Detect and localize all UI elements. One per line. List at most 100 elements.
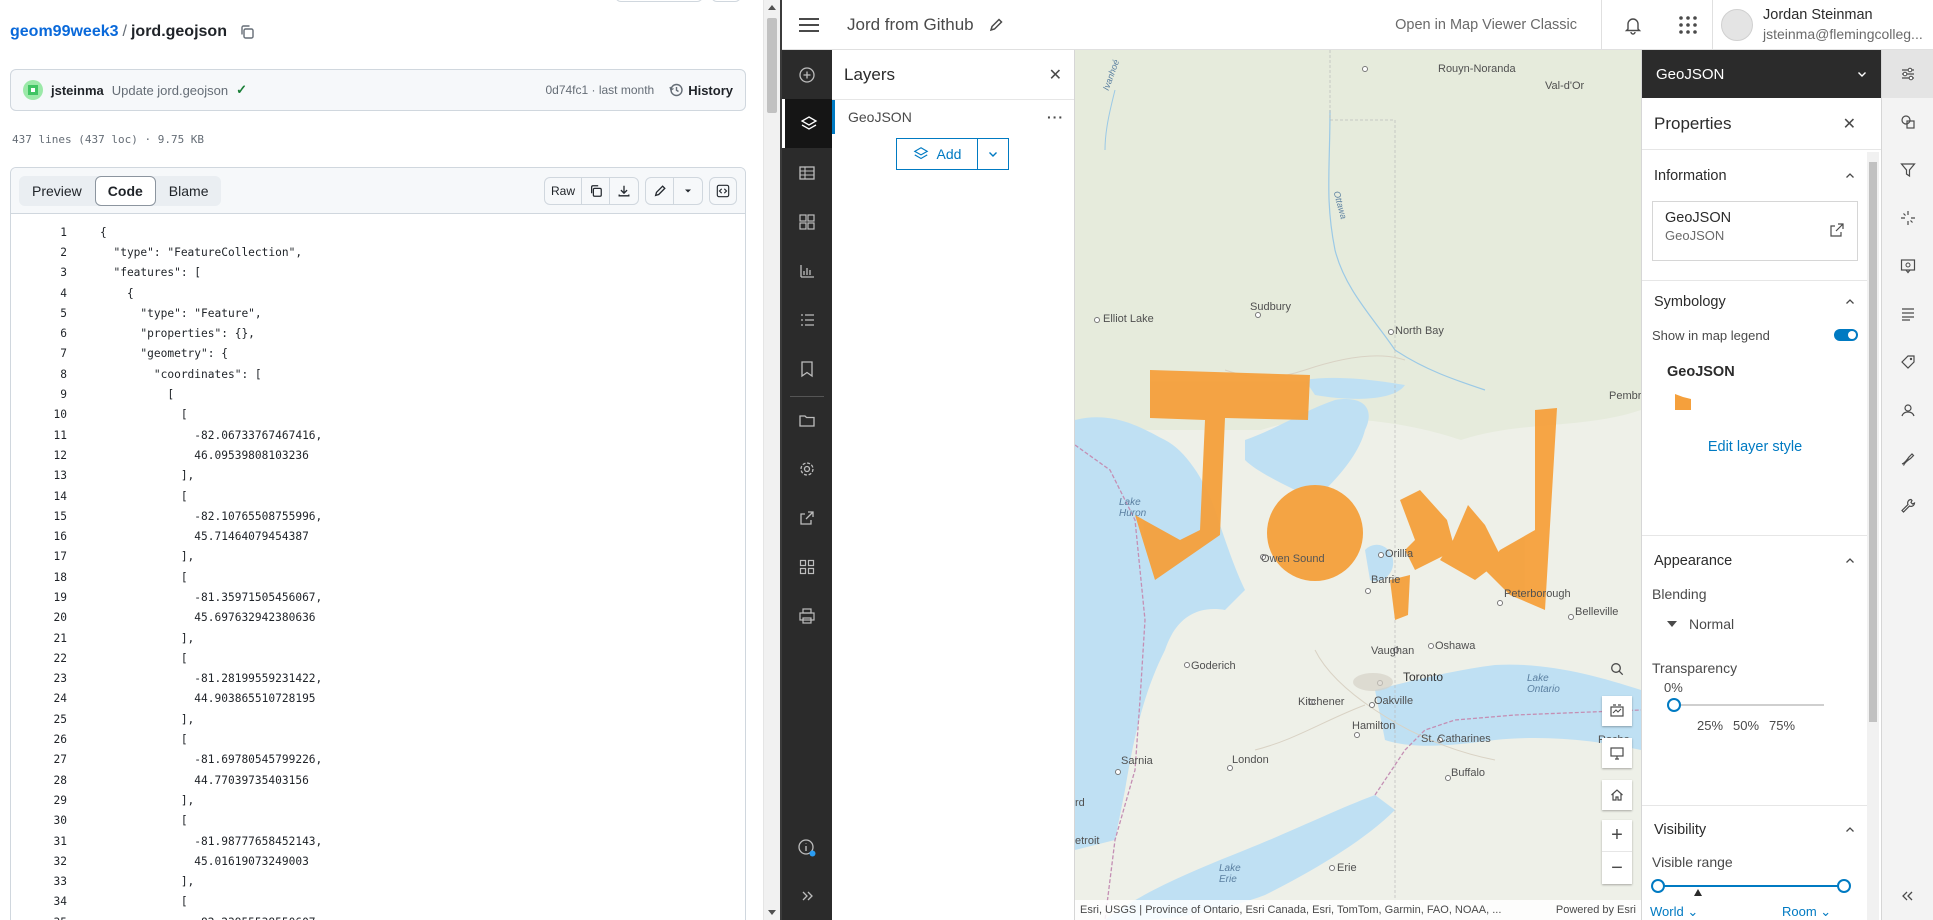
map-attribution[interactable]: Esri, USGS | Province of Ontario, Esri C… bbox=[1075, 900, 1641, 920]
scroll-up-arrow[interactable] bbox=[768, 5, 776, 10]
line-number[interactable]: 6 bbox=[11, 327, 67, 340]
tools-action[interactable] bbox=[1882, 482, 1933, 530]
author-avatar[interactable] bbox=[23, 80, 43, 100]
raw-button[interactable]: Raw bbox=[545, 177, 582, 204]
tables-action[interactable] bbox=[782, 148, 832, 197]
code-line[interactable]: 35 -82.23955538550607, bbox=[11, 912, 745, 920]
search-button[interactable] bbox=[1602, 654, 1632, 684]
edit-layer-style-link[interactable]: Edit layer style bbox=[1642, 439, 1868, 455]
line-number[interactable]: 15 bbox=[11, 510, 67, 523]
map-properties-action[interactable] bbox=[782, 444, 832, 493]
zoom-out-button[interactable]: − bbox=[1602, 852, 1632, 884]
line-number[interactable]: 23 bbox=[11, 672, 67, 685]
code-line[interactable]: 15 -82.10765508755996, bbox=[11, 506, 745, 526]
line-number[interactable]: 21 bbox=[11, 632, 67, 645]
edit-dropdown[interactable] bbox=[674, 178, 702, 204]
repo-link[interactable]: geom99week3 bbox=[10, 23, 119, 41]
code-line[interactable]: 14 [ bbox=[11, 486, 745, 506]
code-line[interactable]: 28 44.77039735403156 bbox=[11, 770, 745, 790]
symbology-header[interactable]: Symbology bbox=[1642, 280, 1868, 324]
code-line[interactable]: 25 ], bbox=[11, 709, 745, 729]
line-number[interactable]: 8 bbox=[11, 368, 67, 381]
code-line[interactable]: 6 "properties": {}, bbox=[11, 323, 745, 343]
line-number[interactable]: 13 bbox=[11, 469, 67, 482]
code-line[interactable]: 23 -81.28199559231422, bbox=[11, 669, 745, 689]
basemap-action[interactable] bbox=[782, 197, 832, 246]
edit-title-icon[interactable] bbox=[988, 17, 1004, 33]
open-classic-link[interactable]: Open in Map Viewer Classic bbox=[1395, 17, 1577, 33]
code-line[interactable]: 7 "geometry": { bbox=[11, 344, 745, 364]
line-number[interactable]: 9 bbox=[11, 388, 67, 401]
line-number[interactable]: 24 bbox=[11, 692, 67, 705]
tab-code[interactable]: Code bbox=[94, 175, 156, 206]
code-line[interactable]: 12 46.09539808103236 bbox=[11, 445, 745, 465]
line-number[interactable]: 31 bbox=[11, 835, 67, 848]
code-line[interactable]: 24 44.903865510728195 bbox=[11, 689, 745, 709]
line-number[interactable]: 27 bbox=[11, 753, 67, 766]
user-menu[interactable]: Jordan Steinman jsteinma@flemingcolleg..… bbox=[1713, 6, 1933, 44]
expand-action[interactable] bbox=[782, 871, 832, 920]
line-number[interactable]: 20 bbox=[11, 611, 67, 624]
code-line[interactable]: 19 -81.35971505456067, bbox=[11, 587, 745, 607]
range-min-select[interactable]: World ⌄ bbox=[1650, 904, 1698, 920]
line-number[interactable]: 2 bbox=[11, 246, 67, 259]
charts-action[interactable] bbox=[782, 246, 832, 295]
code-line[interactable]: 1{ bbox=[11, 222, 745, 242]
line-number[interactable]: 1 bbox=[11, 226, 67, 239]
line-number[interactable]: 17 bbox=[11, 550, 67, 563]
external-link-icon[interactable] bbox=[1829, 222, 1845, 238]
range-max-handle[interactable] bbox=[1837, 879, 1851, 893]
more-options-icon[interactable]: ··· bbox=[1047, 109, 1064, 125]
scroll-thumb[interactable] bbox=[1869, 162, 1877, 722]
code-line[interactable]: 31 -81.98777658452143, bbox=[11, 831, 745, 851]
history-button[interactable]: History bbox=[668, 82, 733, 98]
code-line[interactable]: 5 "type": "Feature", bbox=[11, 303, 745, 323]
layer-info-card[interactable]: GeoJSON GeoJSON bbox=[1652, 201, 1858, 261]
line-number[interactable]: 3 bbox=[11, 266, 67, 279]
commit-message[interactable]: Update jord.geojson bbox=[112, 83, 228, 98]
code-line[interactable]: 27 -81.69780545799226, bbox=[11, 750, 745, 770]
line-number[interactable]: 19 bbox=[11, 591, 67, 604]
legend-toggle[interactable] bbox=[1834, 329, 1858, 341]
line-number[interactable]: 18 bbox=[11, 571, 67, 584]
tab-preview[interactable]: Preview bbox=[19, 176, 95, 206]
code-line[interactable]: 10 [ bbox=[11, 405, 745, 425]
forms-action[interactable] bbox=[1882, 386, 1933, 434]
code-line[interactable]: 16 45.71464079454387 bbox=[11, 526, 745, 546]
filter-action[interactable] bbox=[1882, 146, 1933, 194]
symbols-panel-button[interactable] bbox=[709, 176, 737, 205]
line-number[interactable]: 5 bbox=[11, 307, 67, 320]
sketch-action[interactable] bbox=[1882, 434, 1933, 482]
line-number[interactable]: 22 bbox=[11, 652, 67, 665]
appearance-header[interactable]: Appearance bbox=[1642, 536, 1868, 586]
add-layer-action[interactable] bbox=[782, 50, 832, 99]
code-line[interactable]: 3 "features": [ bbox=[11, 263, 745, 283]
copy-raw-button[interactable] bbox=[582, 177, 610, 204]
range-min-handle[interactable] bbox=[1651, 879, 1665, 893]
scroll-thumb[interactable] bbox=[767, 18, 777, 113]
notifications-button[interactable] bbox=[1602, 15, 1664, 35]
code-line[interactable]: 17 ], bbox=[11, 547, 745, 567]
code-line[interactable]: 18 [ bbox=[11, 567, 745, 587]
menu-icon[interactable] bbox=[799, 14, 819, 36]
app-launcher-button[interactable] bbox=[1664, 15, 1712, 35]
edit-button[interactable] bbox=[646, 177, 674, 204]
tab-blame[interactable]: Blame bbox=[156, 176, 222, 206]
create-app-action[interactable] bbox=[782, 542, 832, 591]
code-line[interactable]: 30 [ bbox=[11, 811, 745, 831]
line-number[interactable]: 28 bbox=[11, 774, 67, 787]
code-line[interactable]: 2 "type": "FeatureCollection", bbox=[11, 242, 745, 262]
line-number[interactable]: 25 bbox=[11, 713, 67, 726]
code-line[interactable]: 26 [ bbox=[11, 729, 745, 749]
share-action[interactable] bbox=[782, 493, 832, 542]
map-view[interactable]: Rouyn-Noranda Val-d'Or Elliot Lake Sudbu… bbox=[1075, 50, 1641, 920]
line-number[interactable]: 29 bbox=[11, 794, 67, 807]
add-button[interactable]: Add bbox=[897, 139, 978, 169]
home-button[interactable] bbox=[1602, 780, 1632, 810]
github-scrollbar[interactable] bbox=[763, 0, 780, 920]
line-number[interactable]: 12 bbox=[11, 449, 67, 462]
blending-select[interactable]: Normal bbox=[1642, 616, 1868, 632]
print-action[interactable] bbox=[782, 591, 832, 640]
line-number[interactable]: 32 bbox=[11, 855, 67, 868]
code-line[interactable]: 4 { bbox=[11, 283, 745, 303]
